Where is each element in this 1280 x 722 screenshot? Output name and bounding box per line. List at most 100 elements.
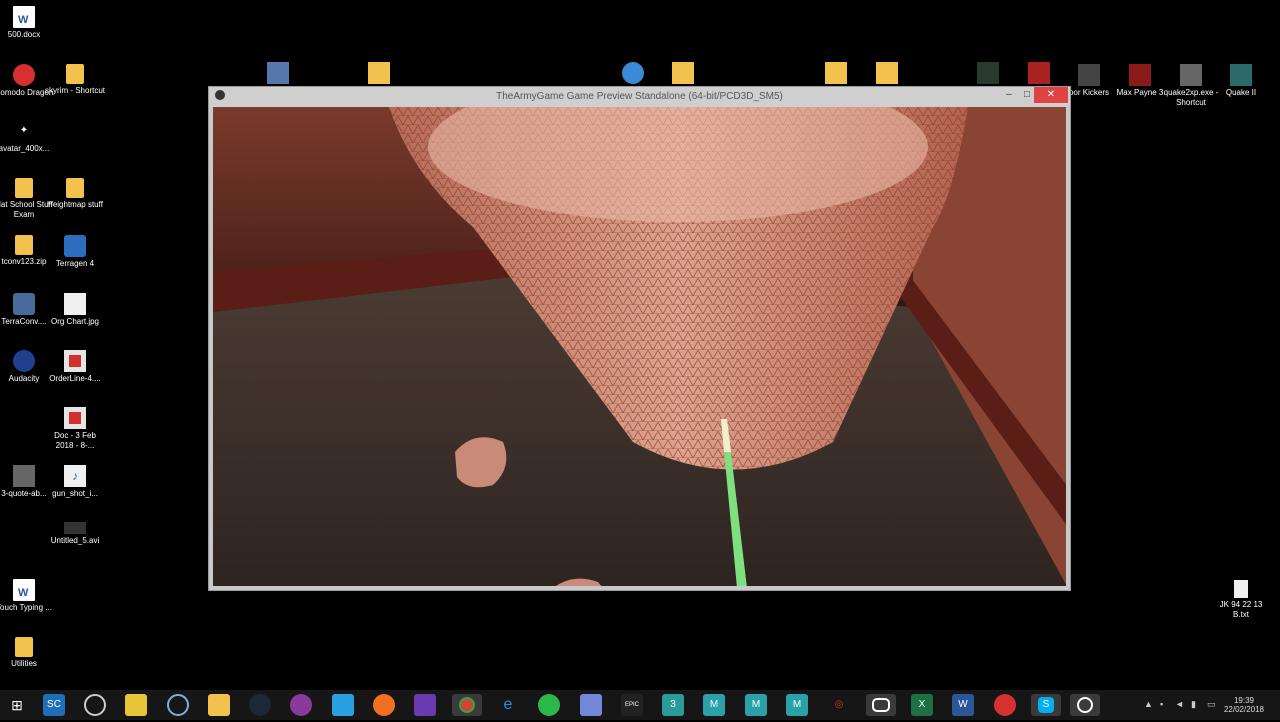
desktop-icon-top-7[interactable] [977,62,999,84]
max-payne-icon [1129,64,1151,86]
comodo-dragon-icon [13,64,35,86]
desktop-icon-orderline[interactable]: OrderLine-4.... [45,350,105,384]
taskbar-app-8[interactable] [332,694,354,716]
image-icon: ✦ [19,125,29,136]
desktop-icon-avatar[interactable]: ✦ avatar_400x... [0,120,54,154]
audacity-icon [13,350,35,372]
tray-chevron-up-icon[interactable]: ▲ [1144,699,1153,709]
taskbar-word[interactable]: W [952,694,974,716]
desktop-icon-top-4[interactable] [672,62,694,84]
windows-start-icon[interactable]: ⊞ [6,694,28,716]
window-title: TheArmyGame Game Preview Standalone (64-… [496,91,783,102]
taskbar-app-4[interactable] [167,694,189,716]
desktop-icon-label: oor Kickers [1068,88,1109,97]
close-button[interactable]: ✕ [1034,87,1068,103]
taskbar: ⊞ SC e EPIC 3 M M M ◎ X W S ▲ ▪ ◄ ▮ ▭ 19… [0,690,1280,720]
desktop-icon-label: Org Chart.jpg [50,317,100,326]
folder-icon [66,178,84,198]
tray-wifi-icon[interactable]: ▮ [1191,699,1196,710]
desktop-icon-top-1[interactable] [267,62,289,84]
desktop-icon-500docx[interactable]: 500.docx [0,6,54,40]
folder-icon [15,178,33,198]
taskbar-3dsmax[interactable]: 3 [662,694,684,716]
taskbar-app-red[interactable]: ◎ [828,694,850,716]
oculus-icon [872,698,890,712]
taskbar-app-puzzle[interactable] [125,694,147,716]
taskbar-chrome[interactable] [452,694,482,716]
desktop-icon-label: Quake II [1225,88,1257,97]
taskbar-clock[interactable]: 19:39 22/02/2018 [1224,696,1264,714]
clock-time: 19:39 [1233,696,1254,705]
taskbar-edge[interactable]: e [497,694,519,716]
taskbar-maya-1[interactable]: M [703,694,725,716]
taskbar-app-7[interactable] [290,694,312,716]
game-scene [213,107,1066,586]
desktop-icon-top-6[interactable] [876,62,898,84]
word-doc-icon [13,579,35,604]
desktop-icon-quake2[interactable]: Quake II [1211,64,1271,98]
taskbar-app-obs[interactable] [84,694,106,716]
desktop-icon-label: Touch Typing ... [0,603,52,612]
desktop-icon-label: JK 94 22 13 B.txt [1219,600,1263,619]
desktop-icon-label: skyrim - Shortcut [45,86,106,95]
desktop-icon-org-chart[interactable]: Org Chart.jpg [45,293,105,327]
taskbar-visual-studio[interactable] [414,694,436,716]
taskbar-origin[interactable] [373,694,395,716]
desktop-icon-skyrim[interactable]: skyrim - Shortcut [45,64,105,96]
desktop-icon-label: Max Payne 3 [1116,88,1164,97]
desktop-icon-label: Audacity [8,374,40,383]
desktop-icon-top-5[interactable] [825,62,847,84]
folder-icon [15,637,33,657]
image-icon [13,465,35,487]
taskbar-epic-games[interactable]: EPIC [621,694,643,716]
tray-volume-icon[interactable]: ◄ [1175,699,1184,709]
window-titlebar[interactable]: TheArmyGame Game Preview Standalone (64-… [209,87,1070,107]
desktop-icon-label: tconv123.zip [1,257,47,266]
taskbar-app-1[interactable]: SC [43,694,65,716]
desktop-icon-label: Terragen 4 [55,259,95,268]
desktop-icon-untitled-avi[interactable]: Untitled_5.avi [45,522,105,546]
desktop-icon-terragen[interactable]: Terragen 4 [45,235,105,269]
desktop-icon-label: 3-quote-ab... [1,489,47,498]
desktop-icon-label: Untitled_5.avi [50,536,100,545]
desktop-icon-utilities[interactable]: Utilities [0,637,54,669]
desktop-icon-label: Utilities [11,659,37,668]
taskbar-skype[interactable]: S [1031,694,1061,716]
taskbar-comodo[interactable] [994,694,1016,716]
taskbar-steam[interactable] [249,694,271,716]
desktop-icon-label: OrderLine-4.... [49,374,101,383]
desktop-icon-label: avatar_400x... [0,144,50,153]
zip-icon [15,235,33,255]
game-icon [1078,64,1100,86]
desktop-icon-jk-txt[interactable]: JK 94 22 13 B.txt [1211,580,1271,620]
desktop-icon-heightmap[interactable]: Heightmap stuff [45,178,105,210]
desktop-icon-label: TerraConv.... [1,317,47,326]
taskbar-oculus[interactable] [866,694,896,716]
taskbar-whatsapp[interactable] [538,694,560,716]
desktop-icon-doc-3feb[interactable]: Doc - 3 Feb 2018 - 8-... [45,407,105,451]
desktop-icon-door-kickers-2[interactable] [1028,62,1050,84]
desktop-icon-label: Doc - 3 Feb 2018 - 8-... [54,431,96,450]
pdf-icon [64,407,86,429]
desktop-icon-top-3[interactable] [622,62,644,84]
skype-icon: S [1038,697,1054,713]
taskbar-excel[interactable]: X [911,694,933,716]
game-viewport[interactable] [213,107,1066,586]
taskbar-file-explorer[interactable] [208,694,230,716]
desktop-icon-label: Heightmap stuff [47,200,103,209]
desktop-icon-top-2[interactable] [368,62,390,84]
desktop-icon-gunshot[interactable]: ♪ gun_shot_i... [45,465,105,499]
game-preview-window[interactable]: TheArmyGame Game Preview Standalone (64-… [208,86,1071,591]
text-file-icon [1234,580,1248,598]
terraconv-icon [13,293,35,315]
taskbar-maya-3[interactable]: M [786,694,808,716]
taskbar-unreal[interactable] [1070,694,1100,716]
pdf-icon [64,350,86,372]
taskbar-discord[interactable] [580,694,602,716]
desktop-icon-touch-typing[interactable]: Touch Typing ... [0,579,54,613]
tray-network-icon[interactable]: ▪ [1160,699,1163,709]
clock-date: 22/02/2018 [1223,705,1264,714]
tray-notification-icon[interactable]: ▭ [1207,699,1216,710]
audio-file-icon: ♪ [64,465,86,487]
taskbar-maya-2[interactable]: M [745,694,767,716]
